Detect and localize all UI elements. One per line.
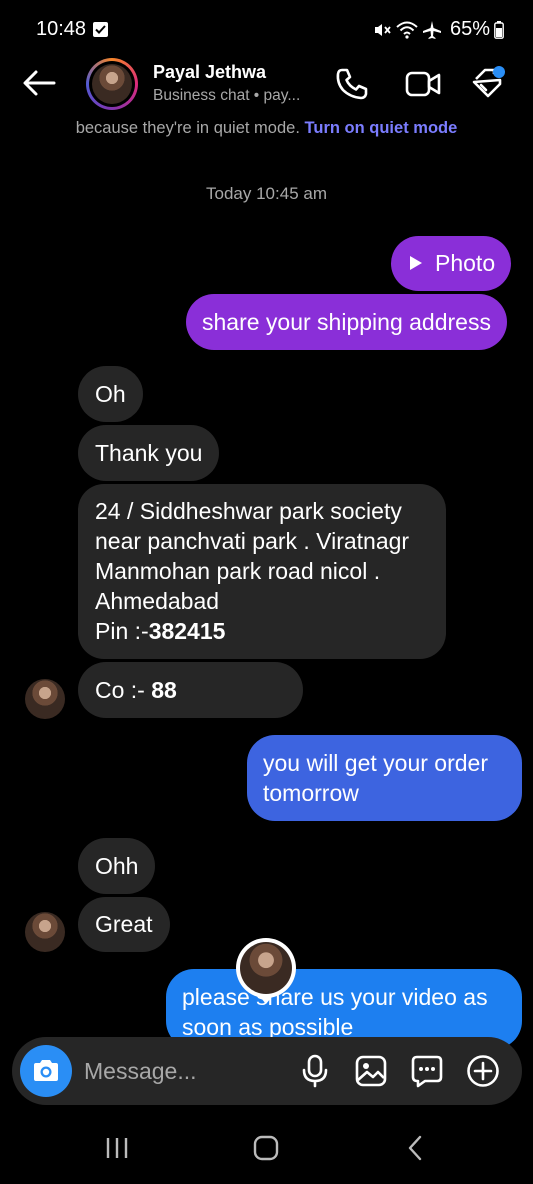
battery-icon (494, 20, 504, 39)
incoming-message[interactable]: Co :- 88 (78, 662, 303, 718)
chat-header: Payal Jethwa Business chat • pay... (0, 58, 533, 114)
message-text: share your shipping address (202, 309, 491, 335)
message-text: Oh (95, 381, 126, 407)
status-time: 10:48 (36, 18, 87, 40)
airplane-icon (423, 20, 441, 39)
message-line: please share us your video as (182, 984, 488, 1010)
sender-avatar[interactable] (25, 912, 65, 952)
co-label: Co :- (95, 677, 152, 703)
video-camera-icon[interactable] (404, 66, 442, 102)
incoming-address-message[interactable]: 24 / Siddheshwar park society near panch… (78, 484, 446, 659)
pin-label: Pin :- (95, 618, 149, 644)
incoming-message[interactable]: Thank you (78, 425, 220, 481)
message-line: you will get your order (263, 750, 488, 776)
plus-circle-icon[interactable] (466, 1054, 500, 1088)
message-text: Thank you (95, 440, 203, 466)
status-icons: 65% (372, 18, 504, 41)
notification-check-icon (93, 22, 108, 37)
outgoing-message[interactable]: you will get your order tomorrow (247, 735, 522, 821)
image-icon[interactable] (354, 1054, 388, 1088)
back-nav-icon[interactable] (404, 1134, 428, 1162)
tag-icon[interactable] (470, 64, 508, 102)
message-text: Ohh (95, 853, 139, 879)
message-line: tomorrow (263, 780, 359, 806)
photo-label: Photo (435, 250, 496, 276)
quiet-mode-text: because they're in quiet mode. (75, 119, 300, 137)
camera-button[interactable] (20, 1045, 72, 1097)
mute-icon (375, 23, 391, 36)
address-line: 24 / Siddheshwar park society (95, 498, 402, 524)
sender-avatar[interactable] (25, 679, 65, 719)
address-line: Ahmedabad (95, 588, 220, 614)
battery-percent: 65% (450, 18, 491, 40)
phone-icon[interactable] (334, 66, 370, 102)
address-line: Manmohan park road nicol . (95, 558, 381, 584)
co-value: 88 (151, 677, 177, 703)
turn-on-quiet-mode-link[interactable]: Turn on quiet mode (305, 119, 458, 137)
quiet-mode-banner: because they're in quiet mode. Turn on q… (0, 119, 533, 138)
system-nav-bar (0, 1112, 533, 1184)
home-icon[interactable] (252, 1134, 280, 1162)
contact-subtitle[interactable]: Business chat • pay... (153, 87, 300, 105)
contact-avatar[interactable] (86, 58, 138, 110)
camera-icon (34, 1060, 58, 1081)
pin-line: Pin :-382415 (95, 616, 429, 646)
message-timestamp: Today 10:45 am (206, 184, 327, 203)
address-line: near panchvati park . Viratnagr (95, 528, 410, 554)
outgoing-message[interactable]: share your shipping address (186, 294, 507, 350)
microphone-icon[interactable] (300, 1054, 330, 1088)
pin-value: 382415 (148, 618, 226, 644)
message-composer (12, 1037, 522, 1105)
play-icon (410, 255, 422, 270)
incoming-message[interactable]: Great (78, 897, 170, 952)
recent-apps-icon[interactable] (104, 1134, 130, 1162)
arrow-left-icon[interactable] (20, 68, 58, 98)
status-bar: 10:48 65% (0, 0, 533, 58)
chat-sticker-icon[interactable] (410, 1054, 444, 1088)
photo-message[interactable]: Photo (391, 236, 512, 291)
incoming-message[interactable]: Ohh (78, 838, 156, 894)
message-input[interactable] (84, 1055, 284, 1087)
wifi-icon (396, 21, 418, 39)
contact-name[interactable]: Payal Jethwa (153, 62, 266, 83)
message-text: Great (95, 911, 153, 937)
incoming-message[interactable]: Oh (78, 366, 143, 422)
seen-indicator-avatar (236, 938, 296, 998)
